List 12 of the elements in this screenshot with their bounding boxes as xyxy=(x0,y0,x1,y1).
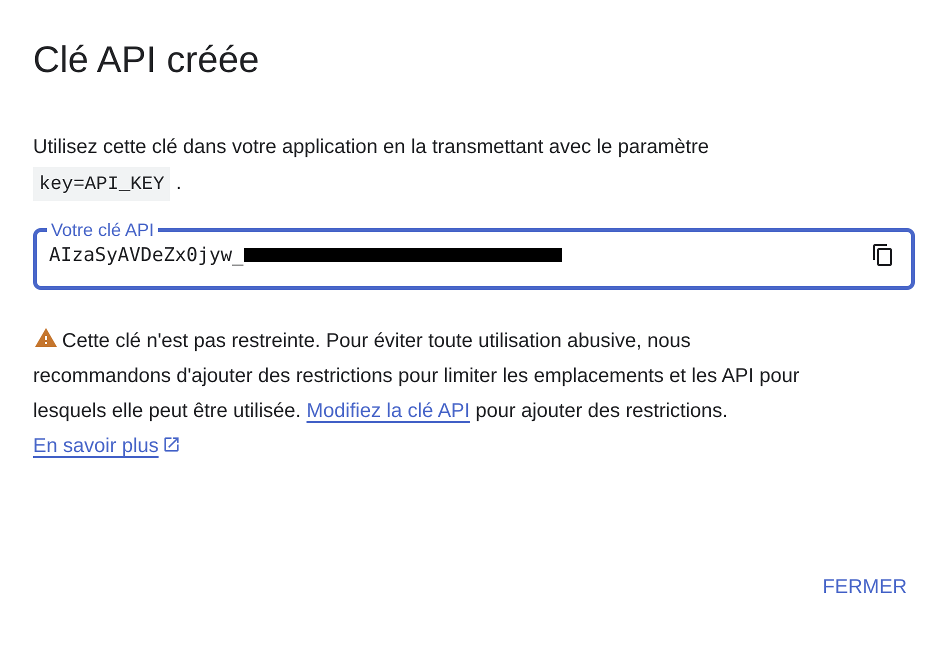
learn-more-link[interactable]: En savoir plus xyxy=(33,435,181,457)
field-label: Votre clé API xyxy=(50,219,156,241)
intro-text: Utilisez cette clé dans votre application en la transmettant avec le paramètre key=API_KEY . xyxy=(33,129,823,202)
warning-text: Cette clé n'est pas restreinte. Pour éviter toute utilisation abusive, nous recommandons d'ajouter des restrictions pour limiter les emplacements et les API pour lesquels elle peut être utilisée. Modifiez la clé API pour ajouter des restrictions. En savoir plus xyxy=(33,324,833,464)
edit-key-link[interactable]: Modifiez la clé API xyxy=(306,400,470,422)
field-value: AIzaSyAVDeZx0jyw_ xyxy=(49,243,244,268)
code-snippet: key=API_KEY xyxy=(33,167,170,201)
external-link-icon xyxy=(162,435,181,454)
copy-icon[interactable] xyxy=(871,243,895,268)
warning-icon xyxy=(33,326,59,350)
dialog-title: Clé API créée xyxy=(33,38,260,82)
close-button[interactable]: FERMER xyxy=(810,564,919,610)
